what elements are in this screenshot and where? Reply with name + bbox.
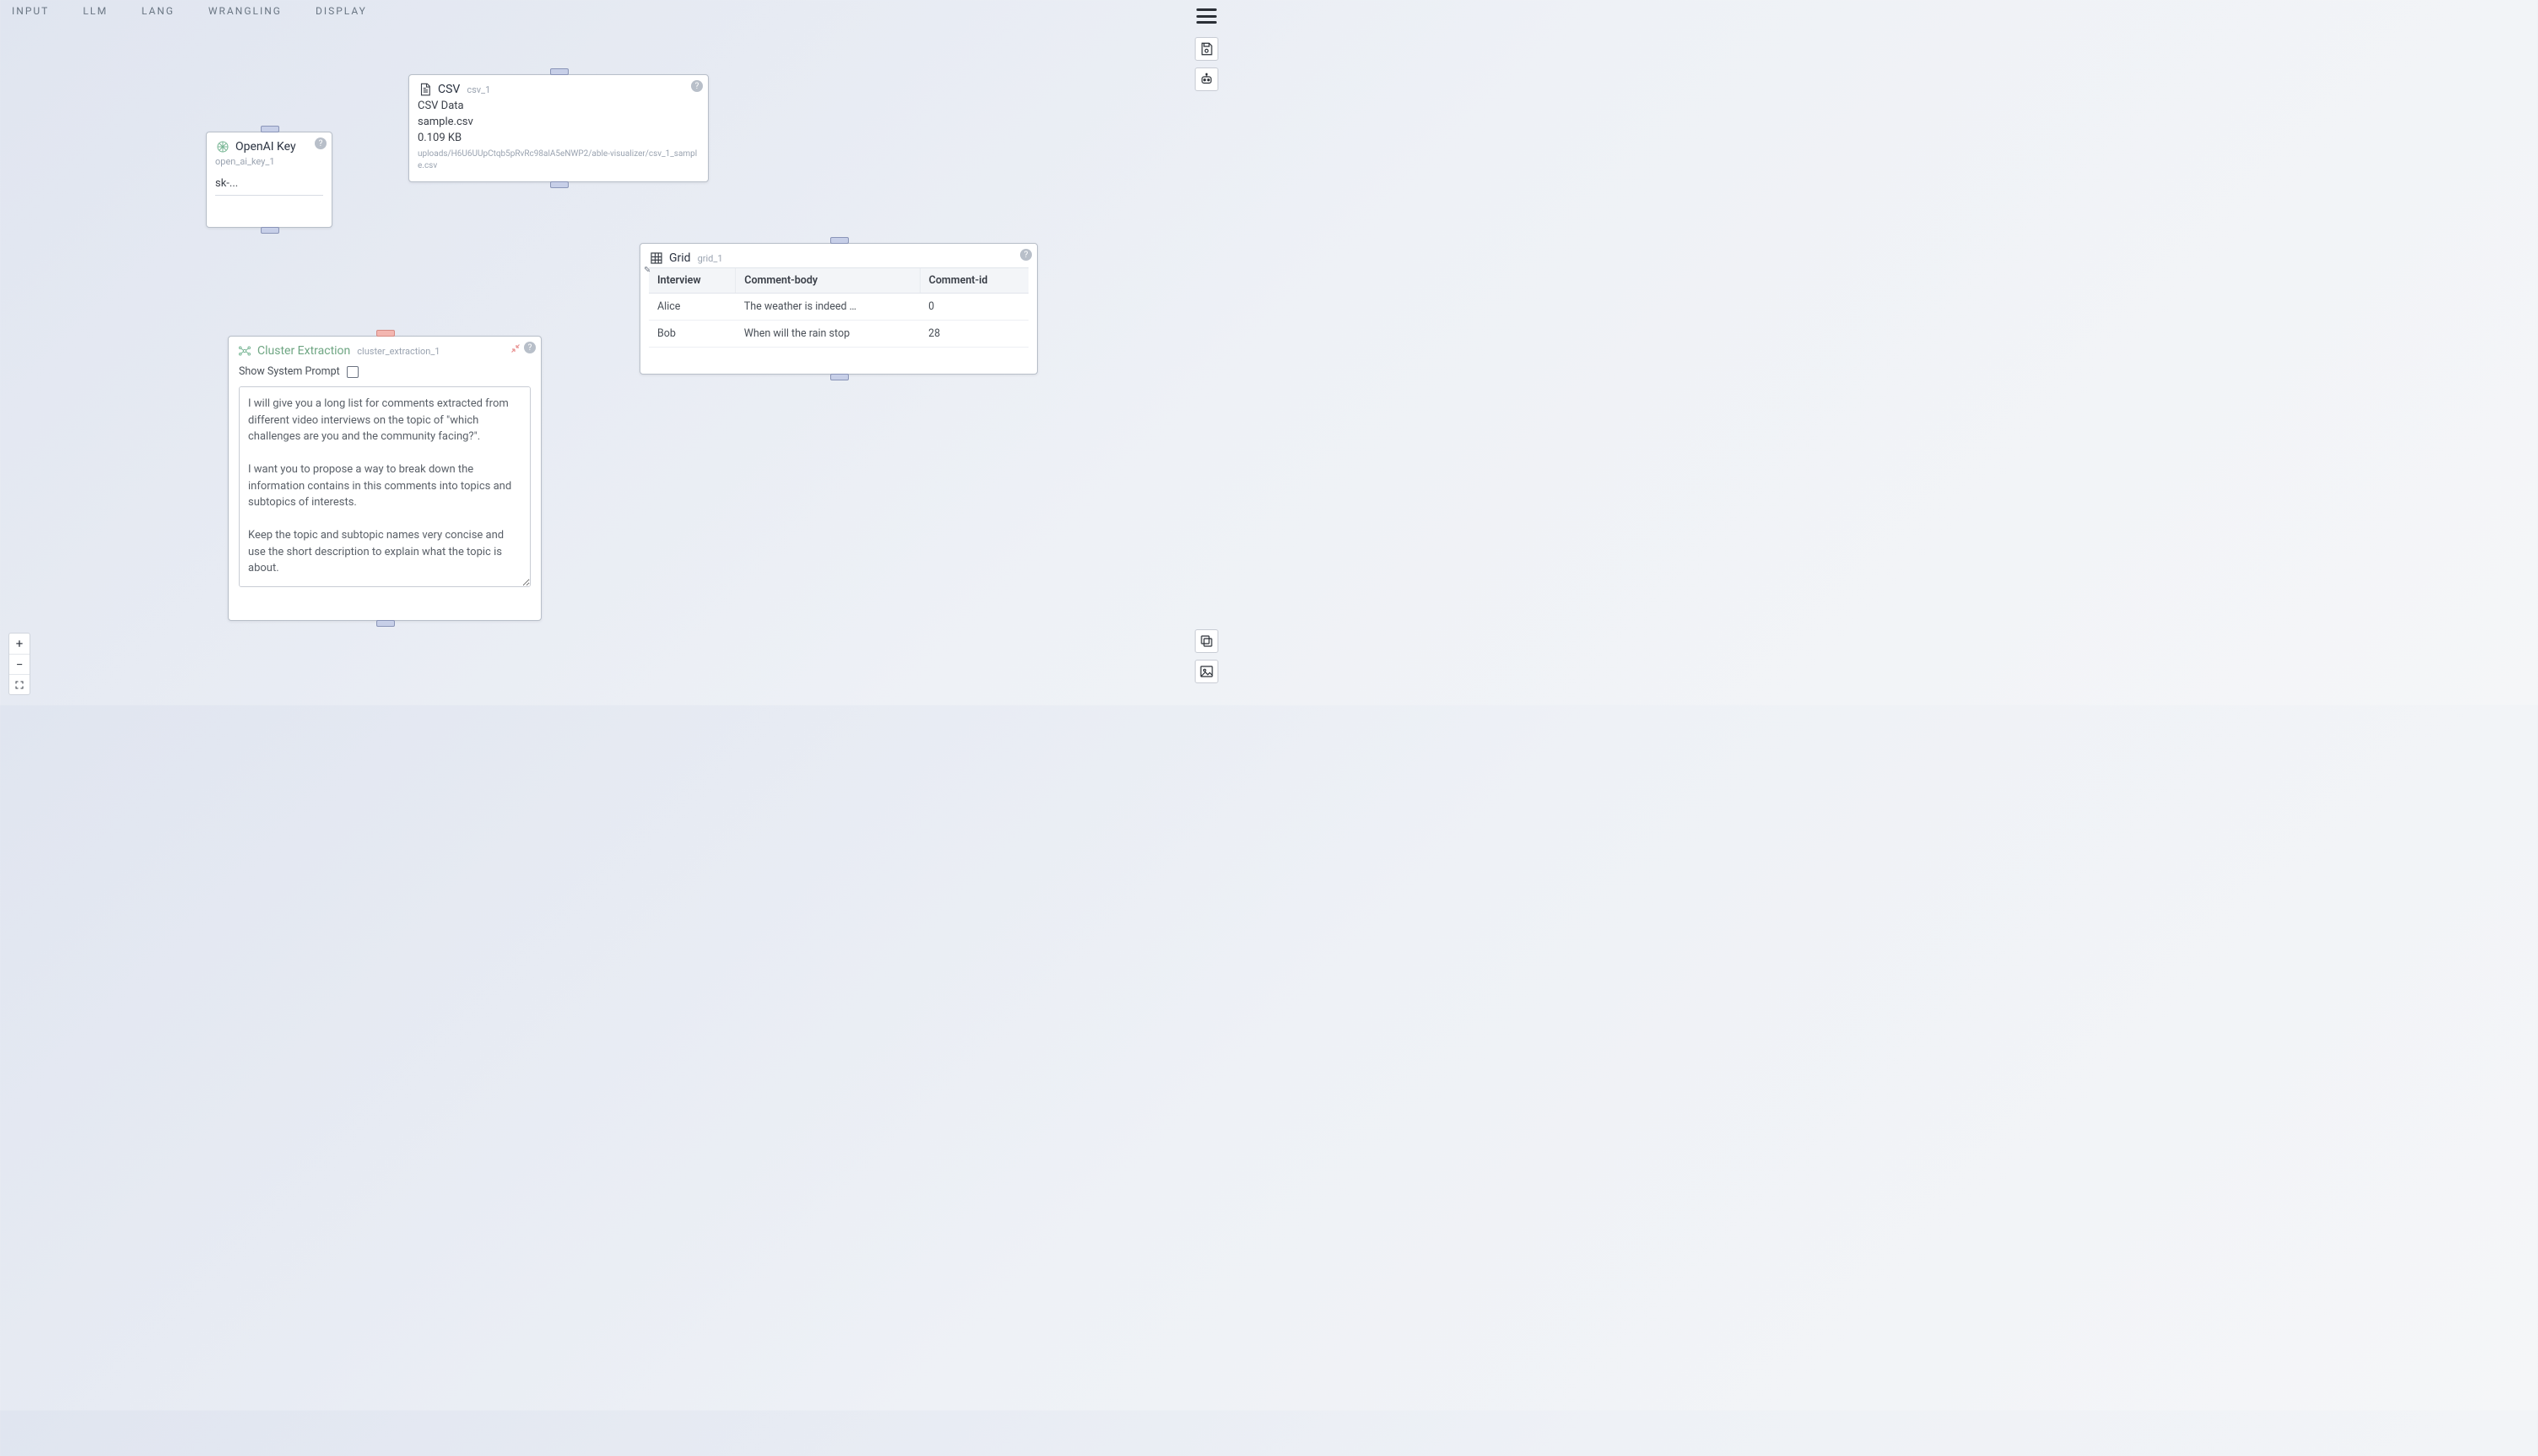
- image-icon: [1199, 664, 1214, 679]
- node-openai-key[interactable]: ? OpenAI Key open_ai_key_1 sk-...: [206, 132, 332, 228]
- port-out[interactable]: [550, 181, 569, 188]
- save-button[interactable]: [1195, 37, 1218, 61]
- csv-filename: sample.csv: [418, 115, 699, 131]
- node-title: OpenAI Key: [235, 140, 296, 154]
- help-icon[interactable]: ?: [524, 342, 536, 353]
- menu-input[interactable]: INPUT: [12, 5, 49, 17]
- table-row[interactable]: Alice The weather is indeed … 0: [649, 294, 1029, 321]
- duplicate-icon: [1199, 634, 1214, 649]
- openai-icon: [215, 139, 230, 154]
- zoom-in-button[interactable]: +: [9, 634, 30, 654]
- cell-comment-id: 28: [920, 321, 1029, 348]
- save-icon: [1199, 41, 1214, 57]
- csv-path: uploads/H6U6UUpCtqb5pRvRc98alA5eNWP2/abl…: [418, 148, 699, 173]
- grid-icon: [649, 251, 664, 266]
- show-system-prompt-label: Show System Prompt: [239, 365, 340, 378]
- grid-table: Interview Comment-body Comment-id Alice …: [649, 267, 1029, 348]
- help-icon[interactable]: ?: [691, 80, 703, 92]
- duplicate-button[interactable]: [1195, 629, 1218, 653]
- cell-comment-body: When will the rain stop: [736, 321, 920, 348]
- zoom-out-button[interactable]: −: [9, 654, 30, 674]
- help-icon[interactable]: ?: [315, 138, 327, 149]
- csv-size: 0.109 KB: [418, 131, 699, 147]
- col-interview[interactable]: Interview: [649, 268, 736, 294]
- port-in[interactable]: [550, 68, 569, 75]
- cell-interview: Alice: [649, 294, 736, 321]
- input-underline: [215, 195, 323, 196]
- node-cluster-extraction[interactable]: ? Cluster Extraction cluster_extraction_…: [228, 336, 542, 621]
- collapse-icon[interactable]: [510, 343, 521, 356]
- help-icon[interactable]: ?: [1020, 249, 1032, 261]
- hamburger-menu-icon[interactable]: [1196, 8, 1217, 24]
- image-button[interactable]: [1195, 660, 1218, 683]
- robot-button[interactable]: [1195, 67, 1218, 91]
- node-id: open_ai_key_1: [207, 156, 332, 167]
- pencil-icon[interactable]: ✎: [644, 266, 651, 275]
- node-id: csv_1: [467, 84, 490, 95]
- menu-lang[interactable]: LANG: [142, 5, 175, 17]
- port-in[interactable]: [830, 237, 849, 244]
- node-title: CSV: [438, 83, 460, 96]
- node-title: Grid: [669, 251, 691, 265]
- cell-comment-id: 0: [920, 294, 1029, 321]
- menu-llm[interactable]: LLM: [83, 5, 107, 17]
- robot-icon: [1199, 72, 1214, 87]
- table-header-row: Interview Comment-body Comment-id: [649, 268, 1029, 294]
- api-key-value[interactable]: sk-...: [207, 167, 332, 190]
- col-comment-body[interactable]: Comment-body: [736, 268, 920, 294]
- menu-wrangling[interactable]: WRANGLING: [208, 5, 282, 17]
- csv-file-icon: [418, 82, 433, 97]
- cell-interview: Bob: [649, 321, 736, 348]
- port-out[interactable]: [830, 374, 849, 380]
- cluster-icon: [237, 343, 252, 359]
- port-in[interactable]: [261, 126, 279, 132]
- top-menu: INPUT LLM LANG WRANGLING DISPLAY: [0, 0, 379, 22]
- node-id: grid_1: [698, 253, 723, 264]
- cell-comment-body: The weather is indeed …: [736, 294, 920, 321]
- node-csv[interactable]: ? CSV csv_1 CSV Data sample.csv 0.109 KB…: [408, 74, 709, 182]
- csv-label: CSV Data: [418, 99, 699, 115]
- port-in[interactable]: [376, 330, 395, 337]
- table-row[interactable]: Bob When will the rain stop 28: [649, 321, 1029, 348]
- fullscreen-icon: [14, 680, 24, 690]
- port-out[interactable]: [376, 620, 395, 627]
- node-id: cluster_extraction_1: [357, 346, 440, 357]
- node-grid[interactable]: ? Grid grid_1 ✎ Interview Comment-body C…: [640, 243, 1038, 375]
- port-out[interactable]: [261, 227, 279, 234]
- node-title: Cluster Extraction: [257, 344, 350, 358]
- zoom-fit-button[interactable]: [9, 674, 30, 694]
- col-comment-id[interactable]: Comment-id: [920, 268, 1029, 294]
- show-system-prompt-checkbox[interactable]: [347, 366, 359, 378]
- zoom-controls: + −: [8, 633, 30, 695]
- prompt-textarea[interactable]: [239, 386, 531, 587]
- menu-display[interactable]: DISPLAY: [316, 5, 367, 17]
